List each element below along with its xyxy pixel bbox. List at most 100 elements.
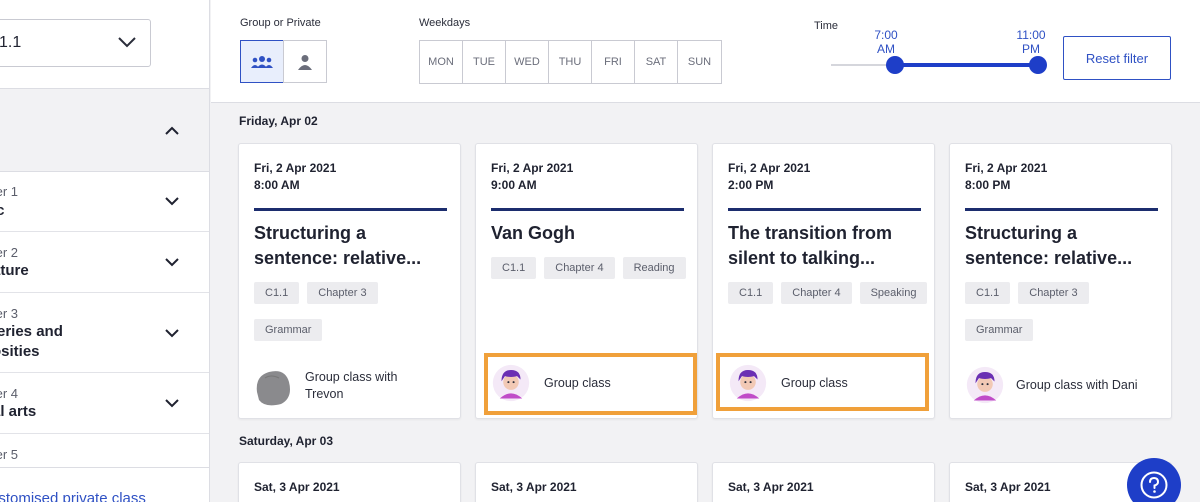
sidebar-chapter-3[interactable]: ter 3 teries and osities — [0, 293, 209, 373]
time-end-handle[interactable] — [1029, 56, 1047, 74]
class-date: Sat, 3 Apr 2021 — [728, 480, 814, 494]
class-card[interactable]: Sat, 3 Apr 2021 — [238, 462, 461, 502]
class-title: Van Gogh — [491, 223, 576, 243]
level-select[interactable]: 1.1 — [0, 19, 151, 67]
weekdays-label: Weekdays — [419, 17, 471, 29]
level-tag: C1.1 — [728, 282, 774, 304]
time-slider-range — [895, 63, 1038, 67]
highlight-box — [484, 353, 697, 415]
class-time: 8:00 AM — [254, 178, 300, 192]
class-date: Fri, 2 Apr 2021 — [491, 161, 574, 175]
weekday-wed[interactable]: WED — [506, 41, 549, 83]
class-date: Fri, 2 Apr 2021 — [728, 161, 811, 175]
sidebar-chapter-1[interactable]: ter 1 ic — [0, 172, 209, 232]
sidebar: 1.1 ter 1 ic ter 2 ature ter 3 teries an… — [0, 0, 210, 502]
reset-filter-button[interactable]: Reset filter — [1063, 36, 1171, 80]
chapter-name-line2: osities — [0, 343, 40, 360]
class-card[interactable]: Sat, 3 Apr 2021 — [712, 462, 935, 502]
level-tag: C1.1 — [254, 282, 300, 304]
chapter-number: ter 5 — [0, 447, 19, 462]
chevron-down-icon — [165, 197, 179, 206]
group-icon — [251, 55, 273, 68]
time-end-hour: 11:00 — [1016, 28, 1046, 42]
class-tags: C1.1 Chapter 4 Reading — [491, 257, 691, 279]
class-tags: C1.1 Chapter 3 Grammar — [965, 282, 1165, 341]
weekday-filter: MON TUE WED THU FRI SAT SUN — [419, 40, 722, 84]
class-datetime: Fri, 2 Apr 2021 2:00 PM — [728, 160, 810, 194]
teacher-name: Group class with Trevon — [305, 370, 398, 401]
highlight-box — [716, 353, 929, 411]
weekday-tue[interactable]: TUE — [463, 41, 506, 83]
private-filter-button[interactable] — [283, 40, 327, 83]
class-title: The transition from silent to talking... — [728, 223, 893, 268]
teacher-name: Group class with Dani — [1016, 377, 1138, 392]
class-datetime: Fri, 2 Apr 2021 8:00 PM — [965, 160, 1047, 194]
chevron-up-icon — [165, 126, 179, 135]
weekday-thu[interactable]: THU — [549, 41, 592, 83]
class-datetime: Fri, 2 Apr 2021 8:00 AM — [254, 160, 336, 194]
chevron-down-icon — [165, 399, 179, 408]
chapter-name: al arts — [0, 403, 37, 420]
time-start-hour: 7:00 — [874, 28, 898, 42]
skill-tag: Reading — [622, 257, 686, 279]
class-time: 9:00 AM — [491, 178, 537, 192]
weekday-fri[interactable]: FRI — [592, 41, 635, 83]
sidebar-chapter-5[interactable]: ter 5 — [0, 434, 209, 467]
level-select-value: 1.1 — [0, 34, 22, 51]
chevron-down-icon — [118, 37, 136, 48]
class-date: Fri, 2 Apr 2021 — [254, 161, 337, 175]
group-filter-button[interactable] — [240, 40, 284, 83]
teacher-info: Group class with Trevon — [251, 364, 425, 408]
sidebar-chapter-2[interactable]: ter 2 ature — [0, 232, 209, 293]
chapter-tag: Chapter 4 — [781, 282, 852, 304]
chapter-name: ic — [0, 201, 5, 221]
person-icon — [298, 54, 312, 70]
chapter-number: ter 4 — [0, 386, 19, 401]
group-or-private-label: Group or Private — [240, 17, 321, 29]
time-end-value: 11:00 PM — [1011, 28, 1051, 56]
class-title: Structuring a sentence: relative... — [965, 223, 1133, 268]
class-title: Structuring a sentence: relative... — [254, 223, 422, 268]
day-heading: Saturday, Apr 03 — [239, 434, 334, 448]
skill-tag: Speaking — [859, 282, 928, 304]
help-button[interactable] — [1127, 458, 1181, 502]
divider — [965, 208, 1158, 211]
time-end-ampm: PM — [1022, 42, 1040, 56]
weekday-sun[interactable]: SUN — [678, 41, 721, 83]
class-card[interactable]: Fri, 2 Apr 2021 8:00 AM Structuring a se… — [238, 143, 461, 419]
chapter-number: ter 2 — [0, 245, 19, 260]
skill-tag: Grammar — [965, 319, 1034, 341]
course-section-header[interactable] — [0, 88, 209, 172]
weekday-mon[interactable]: MON — [420, 41, 463, 83]
level-tag: C1.1 — [491, 257, 537, 279]
class-card[interactable]: Fri, 2 Apr 2021 8:00 PM Structuring a se… — [949, 143, 1172, 419]
teacher-avatar — [966, 366, 1004, 404]
time-start-value: 7:00 AM — [866, 28, 906, 56]
class-date: Fri, 2 Apr 2021 — [965, 161, 1048, 175]
customised-private-class-link[interactable]: ustomised private class — [0, 490, 146, 502]
class-card[interactable]: Sat, 3 Apr 2021 — [475, 462, 698, 502]
question-icon — [1140, 471, 1168, 499]
teacher-info: Group class with Dani — [966, 366, 1138, 404]
chapter-number: ter 1 — [0, 184, 19, 199]
class-time: 2:00 PM — [728, 178, 774, 192]
divider — [0, 467, 209, 468]
class-date: Sat, 3 Apr 2021 — [491, 480, 577, 494]
weekday-sat[interactable]: SAT — [635, 41, 678, 83]
teacher-avatar — [256, 371, 290, 406]
chapter-tag: Chapter 4 — [544, 257, 615, 279]
sidebar-chapter-4[interactable]: ter 4 al arts — [0, 373, 209, 434]
skill-tag: Grammar — [254, 319, 323, 341]
day-heading: Friday, Apr 02 — [239, 114, 318, 128]
chapter-tag: Chapter 3 — [307, 282, 378, 304]
time-start-handle[interactable] — [886, 56, 904, 74]
chapter-tag: Chapter 3 — [1018, 282, 1089, 304]
filter-bar: Group or Private Weekdays MON TUE WED TH… — [211, 0, 1200, 103]
chapter-name: ature — [0, 262, 29, 279]
class-tags: C1.1 Chapter 3 Grammar — [254, 282, 454, 341]
class-date: Sat, 3 Apr 2021 — [254, 480, 340, 494]
divider — [491, 208, 684, 211]
divider — [254, 208, 447, 211]
chapter-name: teries and — [0, 323, 63, 340]
level-tag: C1.1 — [965, 282, 1011, 304]
